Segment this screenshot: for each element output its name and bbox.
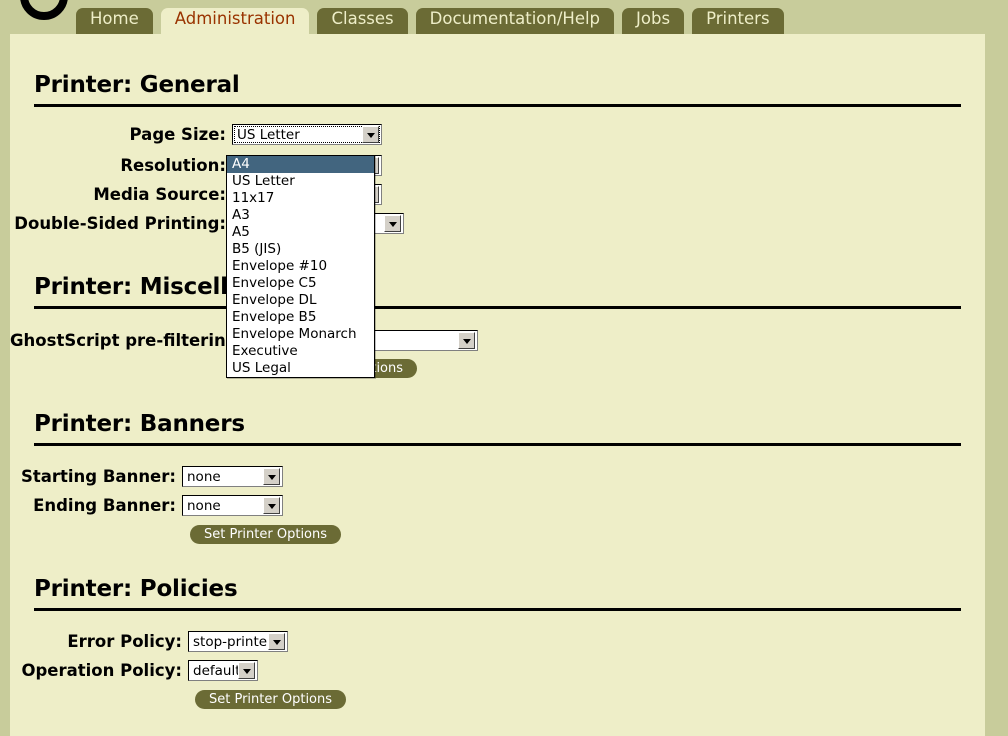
error-policy-select[interactable]: stop-printer <box>188 631 288 652</box>
dropdown-option[interactable]: 11x17 <box>227 190 374 207</box>
starting-banner-select-value: none <box>187 469 263 485</box>
tab-home-label: Home <box>90 11 139 28</box>
chevron-down-icon <box>384 215 401 232</box>
label-starting-banner: Starting Banner: <box>10 467 182 486</box>
section-divider-general <box>34 104 961 107</box>
dropdown-option[interactable]: Envelope B5 <box>227 309 374 326</box>
tab-documentation-help[interactable]: Documentation/Help <box>416 8 614 34</box>
label-media-source: Media Source: <box>10 185 232 204</box>
section-title-policies: Printer: Policies <box>10 576 985 602</box>
dropdown-option[interactable]: Executive <box>227 343 374 360</box>
dropdown-option[interactable]: US Legal <box>227 360 374 377</box>
tab-classes-label: Classes <box>331 11 393 28</box>
section-divider-banners <box>34 443 961 446</box>
dropdown-option[interactable]: Envelope C5 <box>227 275 374 292</box>
label-ending-banner: Ending Banner: <box>10 496 182 515</box>
starting-banner-select[interactable]: none <box>182 466 283 487</box>
page-content: Printer: General Page Size: US Letter Re… <box>10 34 985 736</box>
tab-administration[interactable]: Administration <box>161 8 310 34</box>
dropdown-option[interactable]: A4 <box>227 156 374 173</box>
page-size-dropdown-list[interactable]: A4US Letter11x17A3A5B5 (JIS)Envelope #10… <box>226 155 375 378</box>
error-policy-select-value: stop-printer <box>193 634 268 650</box>
label-page-size: Page Size: <box>10 125 232 144</box>
site-header: Home Administration Classes Documentatio… <box>0 0 1008 34</box>
section-title-general: Printer: General <box>10 72 985 98</box>
label-operation-policy: Operation Policy: <box>10 661 188 680</box>
chevron-down-icon <box>263 497 280 514</box>
dropdown-option[interactable]: A3 <box>227 207 374 224</box>
label-ghostscript-prefiltering: GhostScript pre-filtering: <box>10 331 232 350</box>
main-navigation-tabs: Home Administration Classes Documentatio… <box>76 8 784 34</box>
set-printer-options-button-banners[interactable]: Set Printer Options <box>190 525 341 544</box>
tab-jobs[interactable]: Jobs <box>622 8 684 34</box>
cups-logo-icon <box>20 0 68 20</box>
operation-policy-select[interactable]: default <box>188 660 258 681</box>
tab-administration-label: Administration <box>175 11 296 28</box>
ending-banner-select[interactable]: none <box>182 495 283 516</box>
page-frame: Printer: General Page Size: US Letter Re… <box>0 34 1008 736</box>
tab-classes[interactable]: Classes <box>317 8 407 34</box>
set-printer-options-button-policies[interactable]: Set Printer Options <box>195 690 346 709</box>
label-error-policy: Error Policy: <box>10 632 188 651</box>
ending-banner-select-value: none <box>187 498 263 514</box>
page-size-select[interactable]: US Letter <box>232 124 382 145</box>
dropdown-option[interactable]: A5 <box>227 224 374 241</box>
tab-home[interactable]: Home <box>76 8 153 34</box>
section-divider-miscellaneous <box>34 306 961 309</box>
dropdown-option[interactable]: US Letter <box>227 173 374 190</box>
dropdown-option[interactable]: Envelope Monarch <box>227 326 374 343</box>
section-title-banners: Printer: Banners <box>10 411 985 437</box>
label-double-sided-printing: Double-Sided Printing: <box>10 214 232 233</box>
section-title-miscellaneous: Printer: Miscellaneous <box>10 274 985 300</box>
tab-jobs-label: Jobs <box>636 11 670 28</box>
chevron-down-icon <box>238 662 255 679</box>
chevron-down-icon <box>263 468 280 485</box>
section-divider-policies <box>34 608 961 611</box>
chevron-down-icon <box>268 633 285 650</box>
page-size-select-value: US Letter <box>237 127 362 143</box>
label-resolution: Resolution: <box>10 156 232 175</box>
dropdown-option[interactable]: Envelope #10 <box>227 258 374 275</box>
dropdown-option[interactable]: B5 (JIS) <box>227 241 374 258</box>
operation-policy-select-value: default <box>193 663 238 679</box>
tab-printers[interactable]: Printers <box>692 8 784 34</box>
chevron-down-icon <box>458 332 475 349</box>
chevron-down-icon <box>362 126 379 143</box>
tab-printers-label: Printers <box>706 11 770 28</box>
tab-documentation-help-label: Documentation/Help <box>430 11 600 28</box>
dropdown-option[interactable]: Envelope DL <box>227 292 374 309</box>
